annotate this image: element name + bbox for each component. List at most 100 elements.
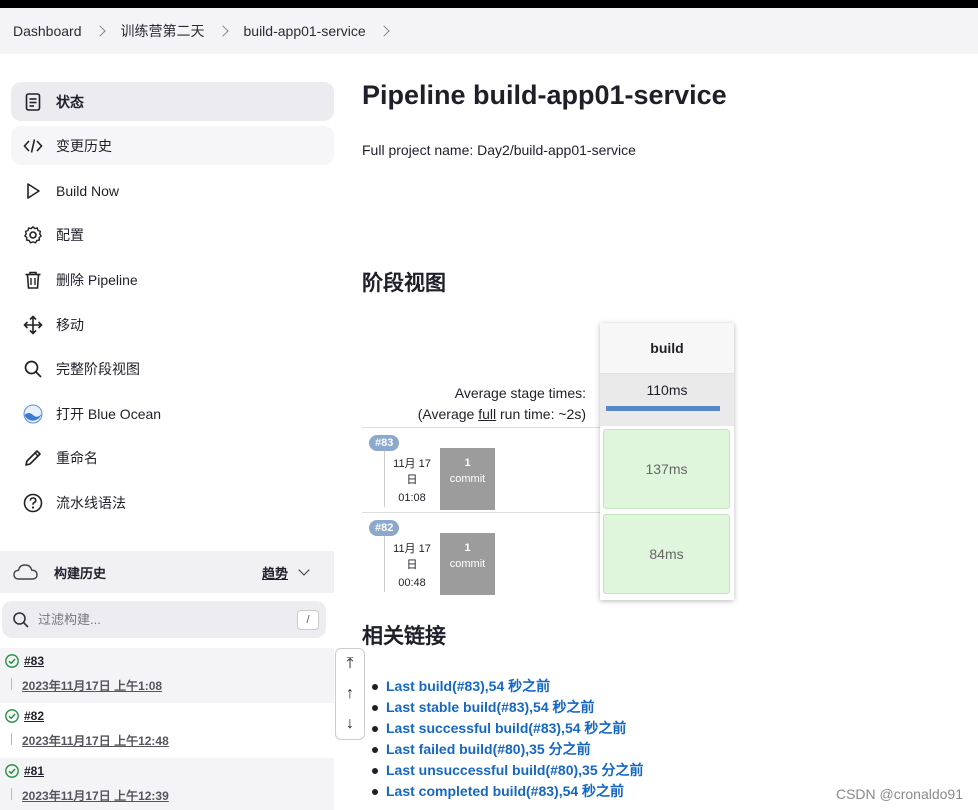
run-row-header: #83 11月 17 日 01:08 1 commit	[362, 427, 600, 511]
run-badge[interactable]: #83	[369, 435, 400, 451]
list-item: Last failed build(#80),35 分之前	[372, 739, 644, 760]
run-time: 00:48	[398, 577, 426, 589]
sidebar-item-full-stage-view[interactable]: 完整阶段视图	[11, 349, 334, 388]
stage-cell-success[interactable]: 137ms	[603, 429, 730, 509]
trend-link[interactable]: 趋势	[262, 563, 288, 582]
run-date-line: 11月 17	[393, 458, 431, 470]
sidebar-item-label: 移动	[56, 316, 84, 333]
sidebar-item-configure[interactable]: 配置	[11, 215, 334, 254]
build-row: #82 2023年11月17日 上午12:48	[0, 703, 334, 758]
related-link[interactable]: Last failed build(#80),35 分之前	[386, 741, 591, 757]
build-date-link[interactable]: 2023年11月17日 上午12:39	[22, 787, 169, 804]
sidebar-item-status[interactable]: 状态	[11, 82, 334, 121]
build-history-header: 构建历史 趋势	[0, 551, 334, 593]
top-black-bar	[0, 0, 978, 8]
sidebar-item-changes[interactable]: 变更历史	[11, 126, 334, 165]
build-number-link[interactable]: #81	[24, 764, 44, 778]
sidebar-item-label: 删除 Pipeline	[56, 271, 138, 288]
chevron-right-icon	[93, 25, 106, 37]
avg-run-prefix: (Average	[417, 406, 479, 422]
build-number-link[interactable]: #82	[24, 709, 44, 723]
average-stage-times-text: Average stage times:	[454, 385, 586, 401]
search-icon	[21, 357, 45, 381]
average-run-time-text: (Average full run time: ~2s)	[418, 404, 586, 425]
sidebar-item-rename[interactable]: 重命名	[11, 438, 334, 477]
build-row: #83 2023年11月17日 上午1:08	[0, 648, 334, 703]
search-icon	[13, 611, 29, 628]
commit-badge[interactable]: 1 commit	[440, 448, 495, 510]
build-date-link[interactable]: 2023年11月17日 上午1:08	[22, 677, 162, 694]
average-times-label: Average stage times: (Average full run t…	[418, 383, 586, 425]
sidebar-item-label: 状态	[56, 93, 84, 110]
related-link[interactable]: Last unsuccessful build(#80),35 分之前	[386, 762, 644, 778]
commit-label: commit	[449, 473, 486, 485]
sidebar-item-delete[interactable]: 删除 Pipeline	[11, 260, 334, 299]
sidebar-item-label: 配置	[56, 226, 84, 243]
status-doc-icon	[21, 90, 45, 114]
sidebar-item-label: 完整阶段视图	[56, 360, 140, 377]
gear-icon	[21, 223, 45, 247]
build-filter: /	[2, 601, 326, 638]
timeline-divider	[11, 788, 12, 800]
code-icon	[21, 134, 45, 158]
build-history-title: 构建历史	[54, 565, 107, 581]
trash-icon	[21, 268, 45, 292]
sidebar-item-blue-ocean[interactable]: 打开 Blue Ocean	[11, 394, 334, 433]
breadcrumb-dashboard[interactable]: Dashboard	[13, 23, 82, 39]
run-date: 11月 17 日	[388, 541, 436, 573]
sidebar-item-pipeline-syntax[interactable]: 流水线语法	[11, 483, 334, 522]
scroll-up-icon[interactable]: ↑	[346, 686, 354, 702]
related-link[interactable]: Last stable build(#83),54 秒之前	[386, 699, 595, 715]
sidebar-item-label: 变更历史	[56, 137, 112, 154]
chevron-right-icon[interactable]	[378, 25, 390, 37]
blue-ocean-icon	[21, 402, 45, 426]
commit-label: commit	[449, 558, 486, 570]
sidebar-item-move[interactable]: 移动	[11, 305, 334, 344]
stage-cell-success[interactable]: 84ms	[603, 514, 730, 594]
stage-header: build	[600, 323, 734, 374]
run-date-line: 11月 17	[393, 543, 431, 555]
list-item: Last completed build(#83),54 秒之前	[372, 781, 644, 802]
commit-count: 1	[464, 542, 471, 554]
page-title: Pipeline build-app01-service	[362, 80, 727, 110]
sidebar-item-label: 流水线语法	[56, 494, 126, 511]
build-filter-input[interactable]	[38, 612, 278, 627]
scroll-down-icon[interactable]: ↓	[346, 716, 354, 732]
run-badge[interactable]: #82	[369, 520, 400, 536]
run-divider	[384, 451, 385, 507]
related-link[interactable]: Last successful build(#83),54 秒之前	[386, 720, 626, 736]
build-number-link[interactable]: #83	[24, 654, 44, 668]
chevron-down-icon[interactable]	[298, 564, 310, 576]
timeline-divider	[11, 678, 12, 690]
avg-run-suffix: run time: ~2s)	[496, 406, 586, 422]
full-run-time-link[interactable]: full	[478, 406, 496, 422]
commit-count: 1	[464, 457, 471, 469]
breadcrumb-folder[interactable]: 训练营第二天	[121, 21, 205, 41]
related-link[interactable]: Last build(#83),54 秒之前	[386, 678, 550, 694]
pencil-icon	[21, 446, 45, 470]
success-check-icon	[5, 709, 19, 723]
list-item: Last stable build(#83),54 秒之前	[372, 697, 644, 718]
cloud-icon	[13, 564, 38, 580]
stage-view-table: Average stage times: (Average full run t…	[362, 323, 734, 600]
stage-average-bar	[606, 406, 720, 411]
chevron-right-icon	[216, 25, 229, 37]
sidebar-item-label: Build Now	[56, 182, 120, 199]
sidebar-item-label: 重命名	[56, 449, 98, 466]
related-link[interactable]: Last completed build(#83),54 秒之前	[386, 783, 624, 799]
timeline-divider	[11, 733, 12, 745]
list-item: Last build(#83),54 秒之前	[372, 676, 644, 697]
history-scroll-controls: ⤒ ↑ ↓	[335, 648, 365, 740]
sidebar-item-build-now[interactable]: Build Now	[11, 171, 334, 210]
related-links-list: Last build(#83),54 秒之前 Last stable build…	[372, 676, 644, 802]
breadcrumb-job[interactable]: build-app01-service	[244, 23, 366, 39]
commit-badge[interactable]: 1 commit	[440, 533, 495, 595]
build-row: #81 2023年11月17日 上午12:39	[0, 758, 334, 810]
stage-average-bar-fill	[606, 406, 720, 411]
scroll-top-icon[interactable]: ⤒	[346, 656, 353, 672]
filter-shortcut-key: /	[297, 610, 319, 630]
build-date-link[interactable]: 2023年11月17日 上午12:48	[22, 732, 169, 749]
stage-average-time: 110ms	[646, 382, 688, 398]
list-item: Last unsuccessful build(#80),35 分之前	[372, 760, 644, 781]
help-icon	[21, 491, 45, 515]
